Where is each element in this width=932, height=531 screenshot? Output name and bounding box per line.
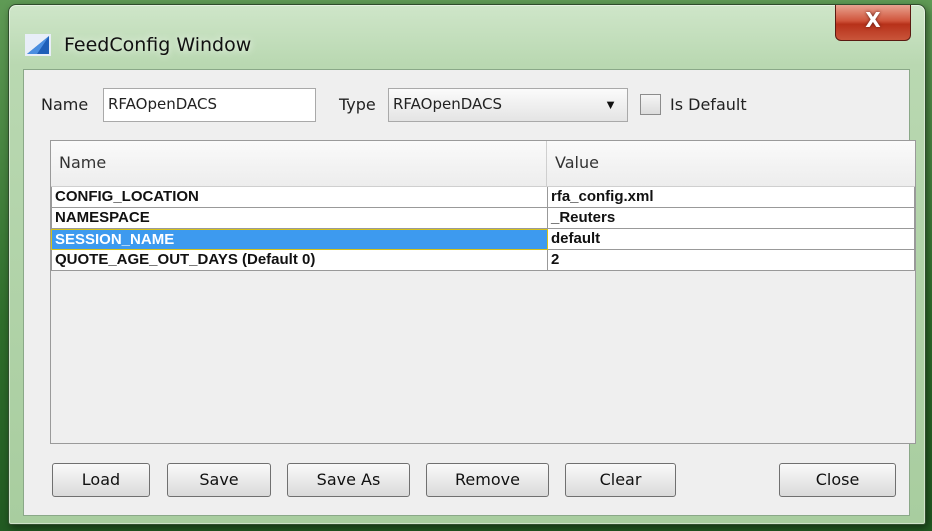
content-panel: Name RFAOpenDACS Type RFAOpenDACS ▼ Is D… bbox=[23, 69, 916, 516]
table-row-selected[interactable]: SESSION_NAME default bbox=[51, 229, 915, 250]
column-header-name[interactable]: Name bbox=[51, 141, 547, 186]
config-table: Name Value CONFIG_LOCATION rfa_config.xm… bbox=[50, 140, 916, 444]
save-as-button[interactable]: Save As bbox=[287, 463, 410, 497]
window-title: FeedConfig Window bbox=[64, 34, 252, 56]
table-row[interactable]: CONFIG_LOCATION rfa_config.xml bbox=[51, 187, 915, 208]
type-label: Type bbox=[339, 95, 376, 114]
close-window-button[interactable]: X bbox=[835, 5, 911, 41]
is-default-label: Is Default bbox=[670, 95, 747, 114]
title-bar[interactable]: FeedConfig Window X bbox=[9, 5, 925, 69]
row-name-cell[interactable]: CONFIG_LOCATION bbox=[51, 187, 548, 208]
row-value-cell[interactable]: default bbox=[548, 229, 915, 250]
name-field[interactable]: RFAOpenDACS bbox=[103, 88, 316, 122]
row-name-cell[interactable]: SESSION_NAME bbox=[51, 229, 548, 250]
row-value-cell[interactable]: rfa_config.xml bbox=[548, 187, 915, 208]
feedconfig-window: FeedConfig Window X Name RFAOpenDACS Typ… bbox=[8, 4, 926, 525]
row-name-cell[interactable]: QUOTE_AGE_OUT_DAYS (Default 0) bbox=[51, 250, 548, 271]
remove-button[interactable]: Remove bbox=[426, 463, 549, 497]
row-value-cell[interactable]: _Reuters bbox=[548, 208, 915, 229]
table-row[interactable]: NAMESPACE _Reuters bbox=[51, 208, 915, 229]
name-label: Name bbox=[41, 95, 89, 114]
table-body: CONFIG_LOCATION rfa_config.xml NAMESPACE… bbox=[51, 187, 915, 271]
load-button[interactable]: Load bbox=[52, 463, 150, 497]
clear-button[interactable]: Clear bbox=[565, 463, 676, 497]
is-default-checkbox[interactable] bbox=[640, 94, 661, 115]
type-select[interactable]: RFAOpenDACS ▼ bbox=[388, 88, 628, 122]
row-name-cell[interactable]: NAMESPACE bbox=[51, 208, 548, 229]
row-value-cell[interactable]: 2 bbox=[548, 250, 915, 271]
column-header-value[interactable]: Value bbox=[547, 141, 915, 186]
table-row[interactable]: QUOTE_AGE_OUT_DAYS (Default 0) 2 bbox=[51, 250, 915, 271]
app-icon bbox=[25, 34, 51, 56]
close-icon: X bbox=[865, 8, 881, 32]
dropdown-arrow-icon: ▼ bbox=[604, 97, 617, 112]
save-button[interactable]: Save bbox=[167, 463, 271, 497]
table-header: Name Value bbox=[51, 141, 915, 187]
type-select-value: RFAOpenDACS bbox=[393, 95, 503, 113]
close-button[interactable]: Close bbox=[779, 463, 896, 497]
